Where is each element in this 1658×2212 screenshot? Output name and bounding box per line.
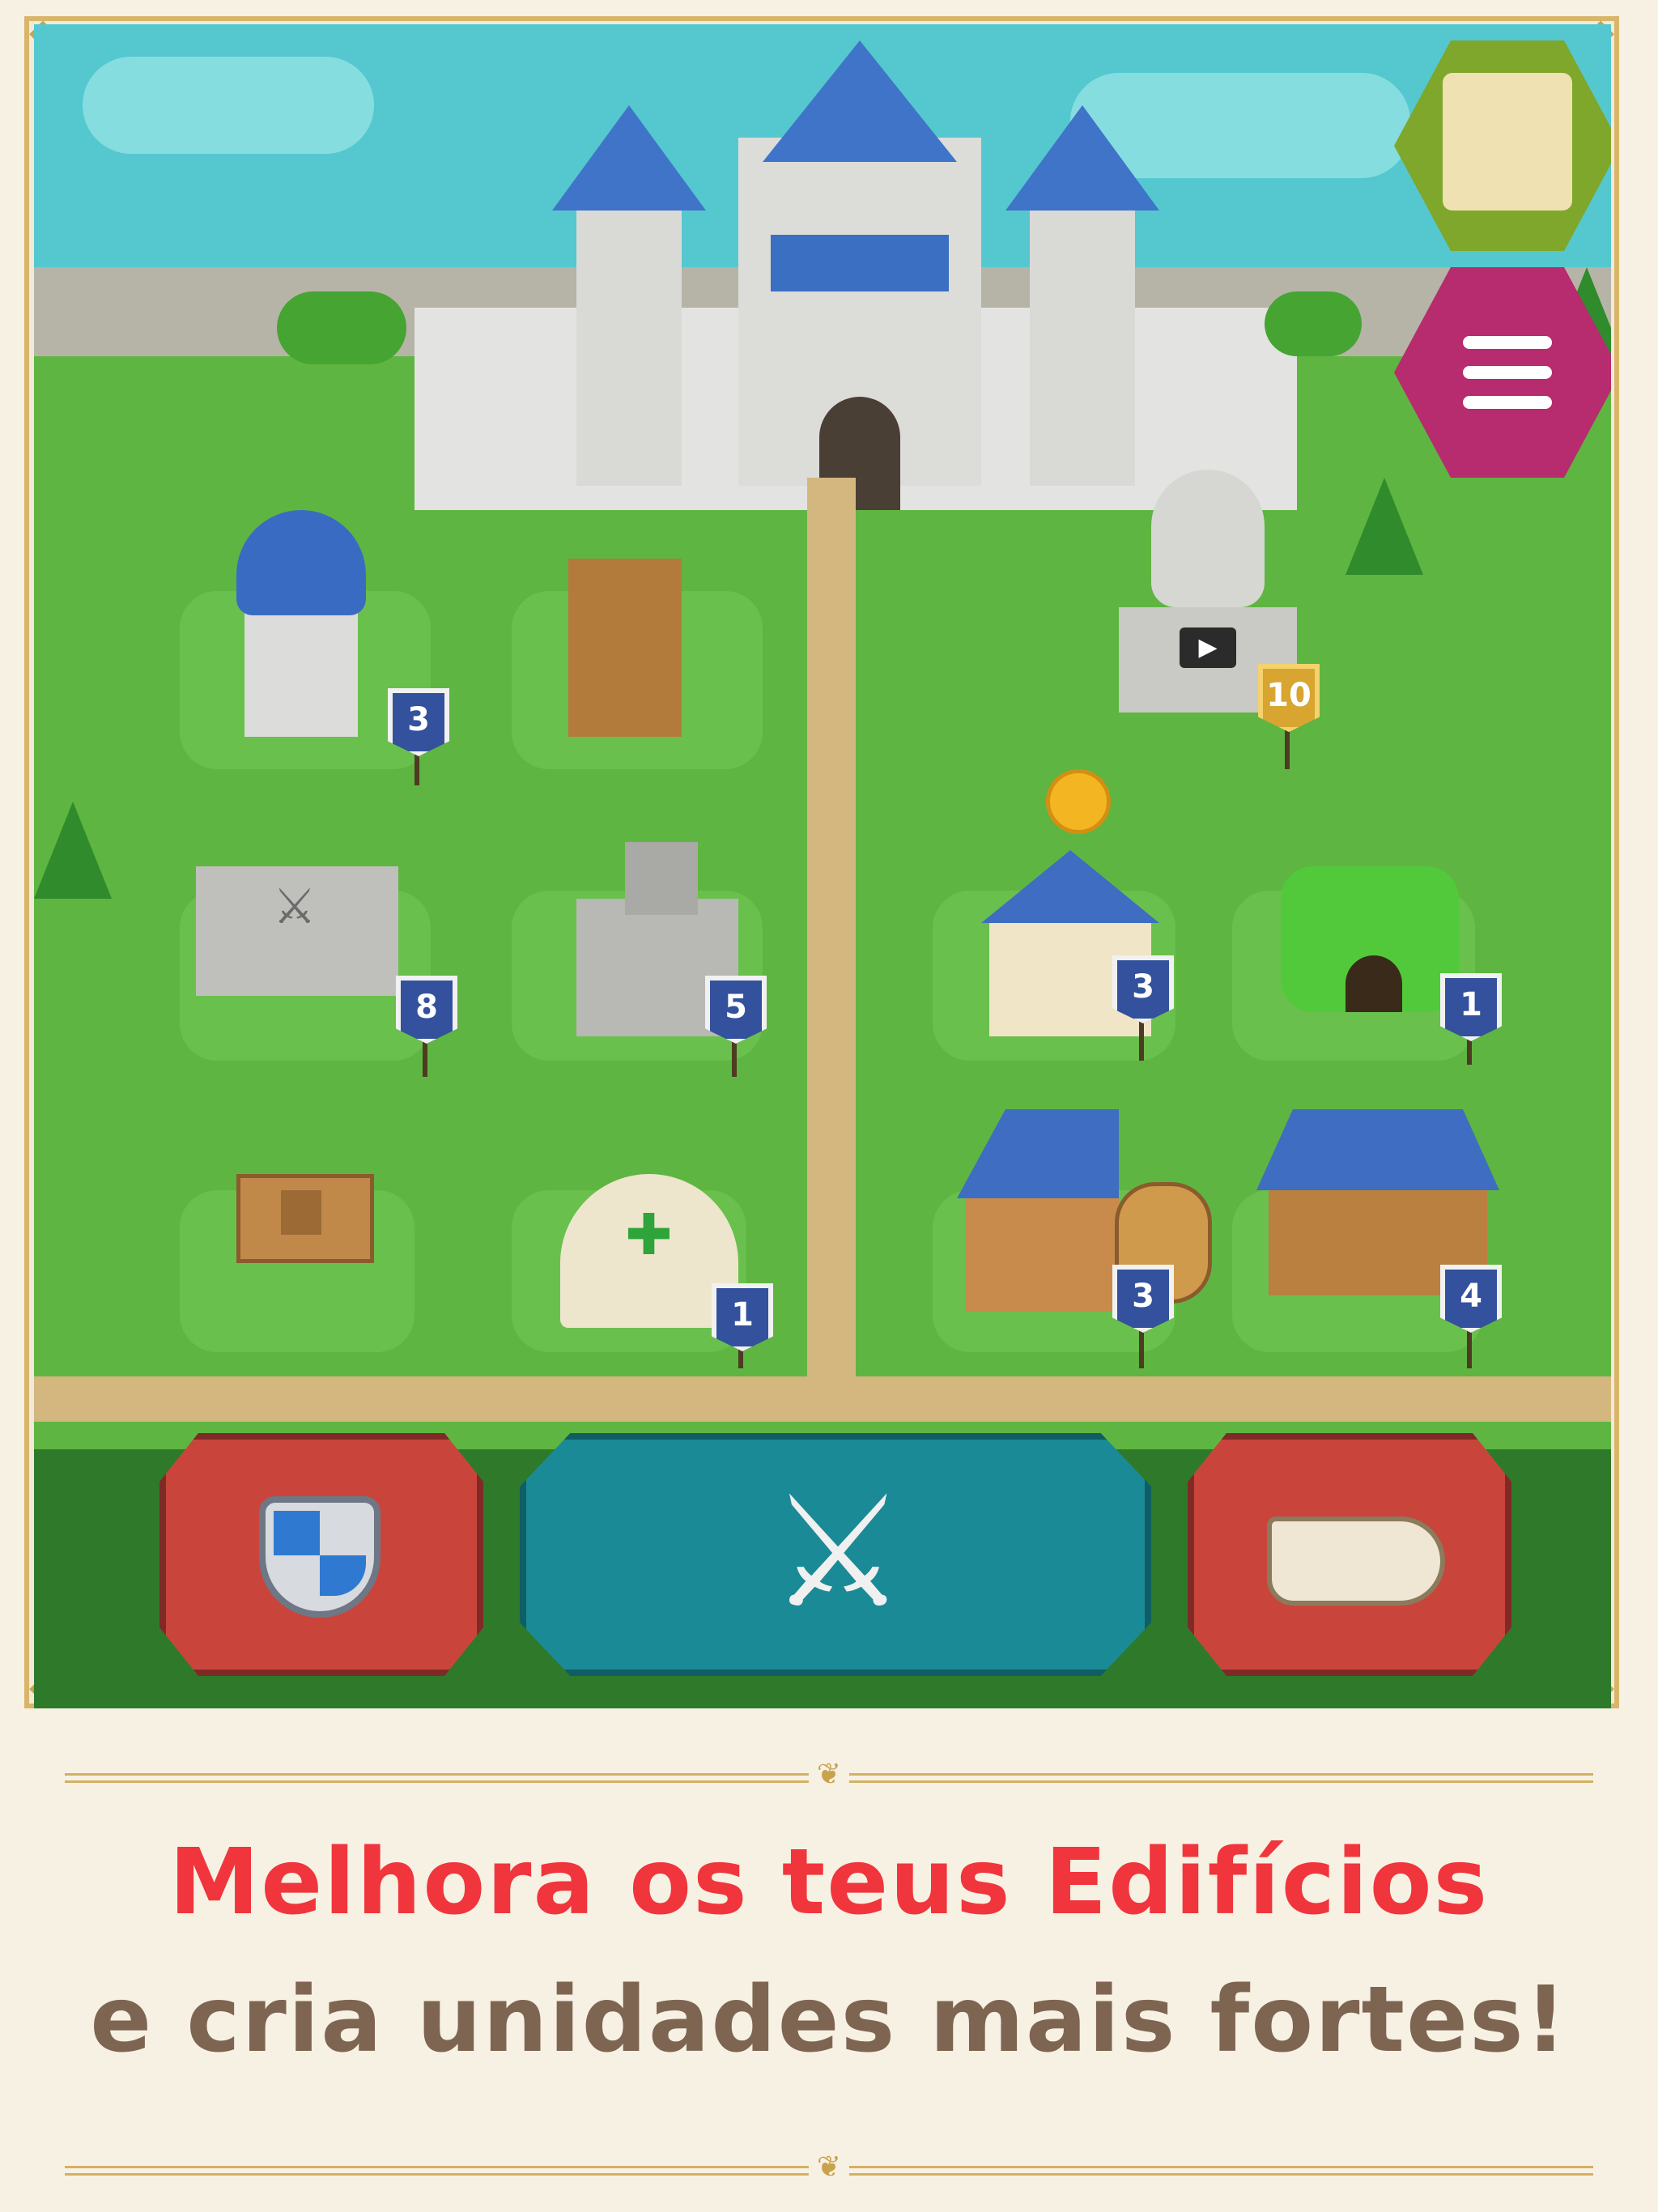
level-banner-statue[interactable]: 10: [1258, 664, 1320, 732]
headline-line-1: Melhora os teus Edifícios: [168, 1830, 1490, 1935]
battle-button[interactable]: ⚔: [520, 1433, 1151, 1676]
tower-body: [244, 599, 358, 737]
archery-tower: [625, 842, 698, 915]
headline-line-2: e cria unidades mais fortes!: [90, 1967, 1568, 2073]
horn-button[interactable]: [1188, 1433, 1511, 1676]
statue-figure: [1151, 470, 1265, 607]
castle-roof: [552, 105, 706, 211]
horn-icon: [1267, 1516, 1445, 1606]
barracks[interactable]: ⚔: [196, 834, 398, 996]
game-view[interactable]: ▶ ⚔ ✚ 3 10 8 5 3 1 1 3 4 ⚔: [34, 24, 1611, 1708]
crystal-mine[interactable]: [1281, 866, 1459, 1028]
cloud: [83, 57, 374, 154]
video-ad-icon[interactable]: ▶: [1180, 627, 1236, 668]
workshop-frame: [568, 559, 682, 737]
castle-tower: [576, 194, 682, 486]
mine-entrance: [1346, 955, 1402, 1012]
hedge: [277, 291, 406, 364]
scroll-icon: [1443, 73, 1572, 211]
tower-dome: [236, 510, 366, 615]
ornament-icon: ❦: [808, 1758, 850, 1791]
ornament-divider: ❦: [65, 2150, 1593, 2184]
crate-icon: [281, 1190, 321, 1235]
road-horizontal: [34, 1376, 1611, 1422]
hedge: [1265, 291, 1362, 356]
gold-coin-icon[interactable]: [1046, 769, 1111, 834]
tree: [34, 802, 112, 899]
mage-tower[interactable]: [236, 510, 366, 737]
bank-roof: [981, 850, 1159, 923]
workshop[interactable]: [552, 526, 698, 737]
green-cross-icon: ✚: [625, 1202, 673, 1268]
tree: [1346, 478, 1423, 575]
crossed-swords-icon: ⚔: [273, 878, 317, 935]
caption-area: ❦ Melhora os teus Edifícios e cria unida…: [0, 1749, 1658, 2212]
defense-button[interactable]: [159, 1433, 483, 1676]
castle-tower: [1030, 194, 1135, 486]
crossed-swords-icon: ⚔: [769, 1463, 908, 1642]
castle-banner: [771, 235, 949, 291]
ornament-icon: ❦: [808, 2150, 850, 2184]
menu-list-icon: [1463, 336, 1552, 409]
shield-icon: [259, 1496, 380, 1618]
road-vertical: [807, 478, 856, 1417]
empty-lot-sign[interactable]: [236, 1158, 374, 1295]
tavern-roof: [957, 1109, 1119, 1198]
stable-roof: [1256, 1109, 1499, 1190]
tavern-walls: [965, 1198, 1119, 1312]
ornament-divider: ❦: [65, 1758, 1593, 1791]
castle-roof: [763, 40, 957, 162]
castle[interactable]: [414, 40, 1297, 510]
castle-roof: [1005, 105, 1159, 211]
